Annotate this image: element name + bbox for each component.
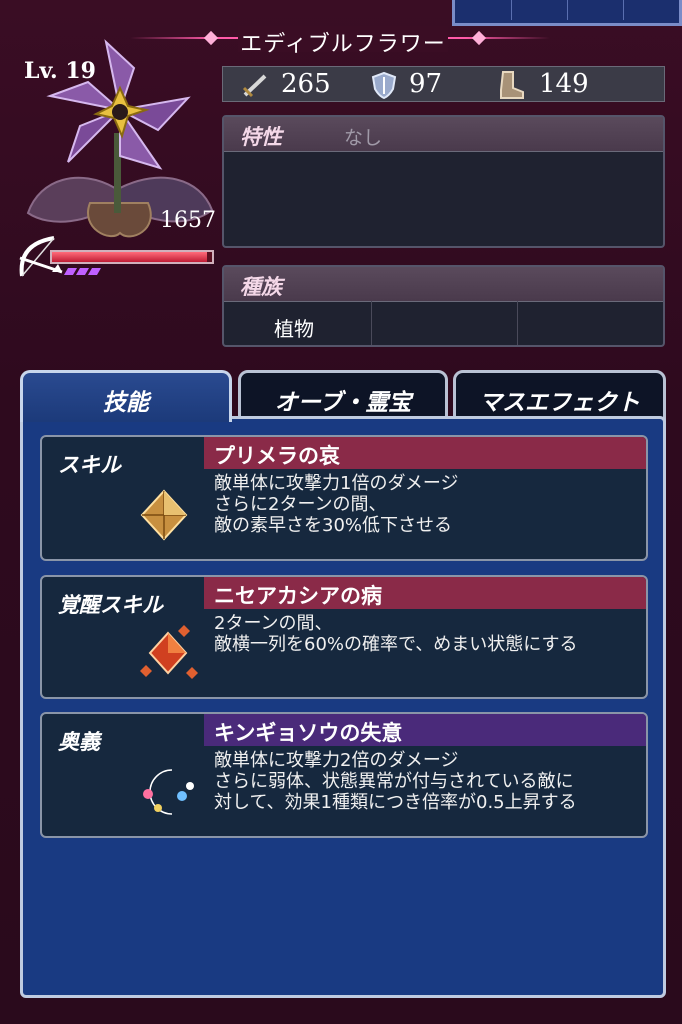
unit-level: Lv. 19: [24, 58, 96, 84]
tab-mass-effect-label: マスエフェクト: [479, 390, 640, 416]
stats-bar: 265 97 149: [222, 66, 665, 102]
tab-mass-effect[interactable]: マスエフェクト: [453, 370, 666, 422]
unit-name: エディブルフラワー: [238, 26, 448, 57]
race-panel: 種族 植物: [222, 265, 665, 347]
cluster-diamond-gem-icon: [140, 625, 198, 679]
skill-card-ultimate[interactable]: 奥義 キンギョソウの失意 敵単体に攻撃力2倍のダメージ さらに弱体、状態異常が付与…: [40, 712, 648, 838]
trait-title: 特性: [240, 125, 282, 149]
skill-description: 敵単体に攻撃力1倍のダメージ さらに2ターンの間、 敵の素早さを30%低下させる: [214, 473, 459, 536]
defense-value: 97: [409, 69, 443, 99]
banner-diamond-right: [471, 30, 487, 46]
skill-type-label: 覚醒スキル: [58, 593, 163, 617]
skill-description: 2ターンの間、 敵横一列を60%の確率で、めまい状態にする: [214, 613, 578, 655]
top-window-frame: [452, 0, 682, 26]
skill-description: 敵単体に攻撃力2倍のダメージ さらに弱体、状態異常が付与されている敵に 対して、効果…: [214, 750, 577, 813]
race-title: 種族: [240, 275, 282, 299]
sword-icon: [242, 74, 267, 98]
skill-card-awakening[interactable]: 覚醒スキル ニセアカシアの病 2ターンの間、 敵横一列を60%の確率で、めまい状態…: [40, 575, 648, 699]
hp-bar-fill: [52, 252, 208, 262]
attack-value: 265: [281, 69, 331, 99]
unit-hp-value: 1657: [160, 208, 216, 233]
hp-bar: [50, 250, 214, 264]
skill-name: プリメラの哀: [214, 444, 340, 468]
boot-icon: [500, 71, 524, 99]
skill-name: キンギョソウの失意: [214, 721, 403, 745]
shield-icon: [371, 71, 397, 99]
single-diamond-gem-icon: [140, 489, 188, 541]
skill-card-skill[interactable]: スキル プリメラの哀 敵単体に攻撃力1倍のダメージ さらに2ターンの間、 敵の素早さ…: [40, 435, 648, 561]
speed-value: 149: [539, 69, 589, 99]
skill-name: ニセアカシアの病: [214, 584, 382, 608]
tab-orb-relic-label: オーブ・霊宝: [274, 390, 412, 416]
tab-skills-label: 技能: [103, 390, 149, 416]
trait-panel: 特性 なし: [222, 115, 665, 248]
skill-type-label: 奥義: [58, 730, 100, 754]
crescent-moon-icon: [143, 769, 194, 815]
trait-value: なし: [344, 127, 383, 149]
race-value: 植物: [274, 317, 314, 341]
tab-orb-relic[interactable]: オーブ・霊宝: [238, 370, 448, 422]
tab-skills[interactable]: 技能: [20, 370, 232, 422]
skill-type-label: スキル: [58, 453, 121, 477]
